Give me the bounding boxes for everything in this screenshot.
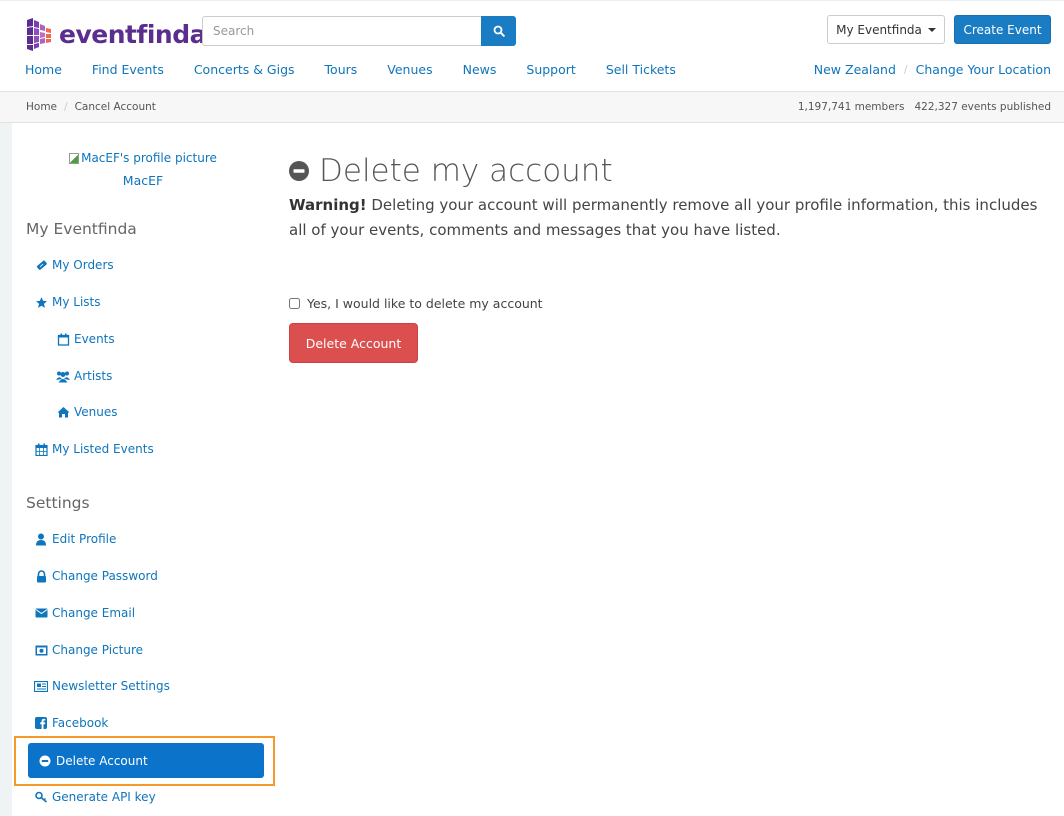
sidebar-item-label: My Lists xyxy=(52,295,101,309)
location-selector: New Zealand / Change Your Location xyxy=(814,62,1051,77)
home-icon xyxy=(56,405,70,419)
site-stats: 1,197,741 members 422,327 events publish… xyxy=(798,101,1051,113)
nav-news[interactable]: News xyxy=(463,62,497,77)
nav-sell-tickets[interactable]: Sell Tickets xyxy=(606,62,676,77)
sidebar-item-delete-account[interactable]: Delete Account xyxy=(28,743,264,778)
profile-block: MacEF's profile picture MacEF xyxy=(12,151,274,188)
events-count: 422,327 events published xyxy=(914,101,1051,113)
sidebar-item-my-listed-events[interactable]: My Listed Events xyxy=(34,439,154,459)
nav-concerts-gigs[interactable]: Concerts & Gigs xyxy=(194,62,295,77)
calendar-grid-icon xyxy=(34,442,48,456)
sidebar-item-generate-api-key[interactable]: Generate API key xyxy=(34,787,156,807)
create-event-button[interactable]: Create Event xyxy=(954,15,1051,44)
sidebar-item-label: Events xyxy=(74,332,115,346)
breadcrumb-separator: / xyxy=(64,101,68,113)
main-content: Delete my account Warning! Deleting your… xyxy=(289,150,1059,363)
user-icon xyxy=(34,532,48,546)
sidebar-item-label: Edit Profile xyxy=(52,532,117,546)
warning-message: Warning! Deleting your account will perm… xyxy=(289,193,1059,243)
nav-venues[interactable]: Venues xyxy=(387,62,432,77)
newspaper-icon xyxy=(34,679,48,693)
ticket-icon xyxy=(34,258,48,272)
delete-account-button[interactable]: Delete Account xyxy=(289,323,418,363)
search-form xyxy=(202,16,516,46)
picture-icon xyxy=(34,643,48,657)
left-gutter xyxy=(0,123,12,816)
profile-picture[interactable]: MacEF's profile picture xyxy=(69,151,217,165)
profile-username[interactable]: MacEF xyxy=(12,173,274,188)
logo[interactable]: eventfinda xyxy=(25,15,206,53)
members-count: 1,197,741 members xyxy=(797,101,905,113)
lock-icon xyxy=(34,569,48,583)
sidebar-item-label: Artists xyxy=(74,369,113,383)
sidebar-item-my-lists[interactable]: My Lists xyxy=(34,292,101,312)
sidebar-item-my-orders[interactable]: My Orders xyxy=(34,255,114,275)
sidebar-item-facebook[interactable]: Facebook xyxy=(34,713,108,733)
nav-home[interactable]: Home xyxy=(25,62,62,77)
confirm-delete-label[interactable]: Yes, I would like to delete my account xyxy=(289,296,543,311)
facebook-icon xyxy=(34,716,48,730)
breadcrumb: Home / Cancel Account xyxy=(26,101,156,113)
my-eventfinda-dropdown[interactable]: My Eventfinda xyxy=(827,15,945,44)
breadcrumb-current: Cancel Account xyxy=(74,101,156,113)
breadcrumb-home[interactable]: Home xyxy=(26,101,57,113)
sidebar-item-venues[interactable]: Venues xyxy=(56,402,118,422)
sidebar-item-label: Delete Account xyxy=(56,753,148,768)
profile-picture-alt: MacEF's profile picture xyxy=(81,151,217,165)
sidebar-item-events[interactable]: Events xyxy=(56,329,115,349)
breadcrumb-bar: Home / Cancel Account 1,197,741 members … xyxy=(0,91,1064,123)
nav-support[interactable]: Support xyxy=(526,62,575,77)
logo-text: eventfinda xyxy=(59,19,206,49)
account-sidebar: MacEF's profile picture MacEF My Eventfi… xyxy=(12,123,275,804)
sidebar-item-label: Facebook xyxy=(52,716,109,730)
search-icon xyxy=(493,25,505,37)
sidebar-item-newsletter-settings[interactable]: Newsletter Settings xyxy=(34,676,170,696)
calendar-icon xyxy=(56,332,70,346)
confirm-delete-text: Yes, I would like to delete my account xyxy=(307,296,543,311)
my-eventfinda-heading: My Eventfinda xyxy=(26,220,137,238)
sidebar-item-label: Newsletter Settings xyxy=(52,679,170,693)
sidebar-item-label: Change Picture xyxy=(52,643,144,657)
sidebar-item-label: Change Password xyxy=(52,569,158,583)
envelope-icon xyxy=(34,606,48,620)
users-icon xyxy=(56,369,70,383)
sidebar-item-label: Venues xyxy=(74,405,118,419)
logo-icon xyxy=(27,18,51,51)
settings-heading: Settings xyxy=(26,494,90,512)
nav-tours[interactable]: Tours xyxy=(325,62,358,77)
sidebar-item-label: My Listed Events xyxy=(52,442,154,456)
sidebar-item-edit-profile[interactable]: Edit Profile xyxy=(34,529,116,549)
my-eventfinda-label: My Eventfinda xyxy=(836,22,922,37)
site-header: eventfinda My Eventfinda Create Event Ho… xyxy=(0,0,1064,91)
location-region-link[interactable]: New Zealand xyxy=(814,62,896,77)
confirm-delete-checkbox[interactable] xyxy=(289,298,300,309)
search-button[interactable] xyxy=(481,16,516,46)
sidebar-item-artists[interactable]: Artists xyxy=(56,366,112,386)
page-title: Delete my account xyxy=(289,150,1059,192)
sidebar-item-label: Generate API key xyxy=(52,790,156,804)
caret-down-icon xyxy=(927,27,936,32)
change-location-link[interactable]: Change Your Location xyxy=(916,62,1051,77)
key-icon xyxy=(34,790,48,804)
sidebar-item-change-email[interactable]: Change Email xyxy=(34,603,135,623)
minus-circle-icon xyxy=(289,161,309,181)
sidebar-item-change-picture[interactable]: Change Picture xyxy=(34,640,143,660)
nav-find-events[interactable]: Find Events xyxy=(92,62,164,77)
location-separator: / xyxy=(903,63,908,76)
warning-label: Warning! xyxy=(289,196,367,214)
warning-text: Deleting your account will permanently r… xyxy=(289,196,1038,239)
sidebar-item-label: Change Email xyxy=(52,606,136,620)
minus-circle-icon xyxy=(38,754,52,768)
main-nav: Home Find Events Concerts & Gigs Tours V… xyxy=(25,62,706,77)
star-icon xyxy=(34,295,48,309)
page-title-text: Delete my account xyxy=(319,153,613,189)
sidebar-item-label: My Orders xyxy=(52,258,114,272)
highlight-outline: Delete Account xyxy=(14,736,275,786)
search-input[interactable] xyxy=(202,16,481,46)
broken-image-icon xyxy=(69,152,80,164)
sidebar-item-change-password[interactable]: Change Password xyxy=(34,566,158,586)
